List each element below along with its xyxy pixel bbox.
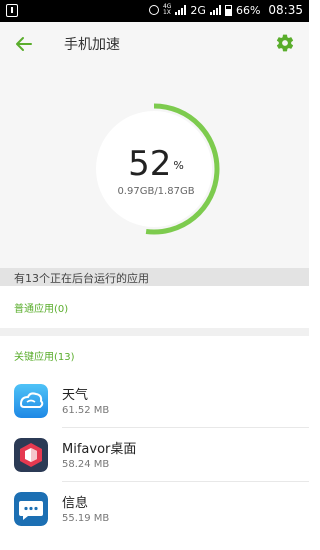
app-memory-size: 58.24 MB xyxy=(62,459,110,470)
background-apps-text: 有13个正在后台运行的应用 xyxy=(14,272,149,285)
launcher-app-icon xyxy=(14,438,48,472)
signal-label: 2G xyxy=(190,3,206,17)
sim-card-icon xyxy=(6,4,18,17)
page-title: 手机加速 xyxy=(64,37,120,53)
messages-app-icon xyxy=(14,492,48,526)
memory-percent: 52% xyxy=(86,144,226,184)
app-row-launcher[interactable]: Mifavor桌面 58.24 MB xyxy=(0,428,309,482)
background-apps-info: 有13个正在后台运行的应用 xyxy=(0,268,309,286)
signal-icon xyxy=(175,5,187,15)
app-memory-size: 61.52 MB xyxy=(62,405,110,416)
key-apps-label[interactable]: 关键应用(13) xyxy=(14,348,75,363)
app-row-messages[interactable]: 信息 55.19 MB xyxy=(0,482,309,536)
status-icons: 4G 1X 2G 66% 08:35 xyxy=(148,3,303,17)
memory-gauge[interactable]: 52% 0.97GB/1.87GB xyxy=(86,96,226,242)
status-bar: 4G 1X 2G 66% 08:35 xyxy=(0,0,309,22)
normal-apps-section: 普通应用(0) xyxy=(0,286,309,328)
app-name: 信息 xyxy=(62,496,89,511)
app-bar: 手机加速 xyxy=(0,22,309,66)
network-type-bottom: 1X xyxy=(162,9,171,16)
battery-icon xyxy=(224,4,232,16)
signal-icon-secondary xyxy=(209,5,221,15)
alarm-icon xyxy=(148,5,159,15)
normal-apps-label[interactable]: 普通应用(0) xyxy=(14,300,68,315)
app-row-weather[interactable]: 天气 61.52 MB xyxy=(0,374,309,428)
weather-app-icon xyxy=(14,384,48,418)
back-arrow-icon[interactable] xyxy=(14,34,34,54)
app-memory-size: 55.19 MB xyxy=(62,513,110,524)
section-divider xyxy=(0,328,309,336)
app-name: 天气 xyxy=(62,388,89,403)
network-type: 4G 1X xyxy=(163,4,171,16)
memory-panel: 52% 0.97GB/1.87GB xyxy=(0,66,309,268)
battery-percent: 66% xyxy=(235,3,261,17)
app-name: Mifavor桌面 xyxy=(62,442,137,457)
gear-icon[interactable] xyxy=(275,33,295,53)
memory-usage: 0.97GB/1.87GB xyxy=(117,186,195,197)
clock: 08:35 xyxy=(268,3,303,17)
memory-percent-value: 52 xyxy=(128,144,172,184)
memory-percent-unit: % xyxy=(173,159,184,172)
